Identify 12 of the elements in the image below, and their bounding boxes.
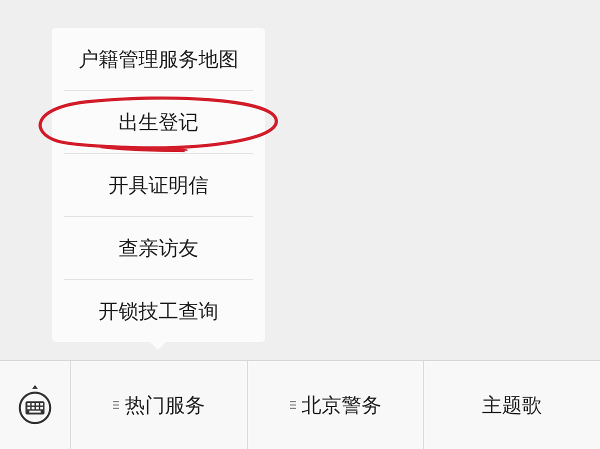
keyboard-icon[interactable]	[16, 384, 54, 426]
menu-item[interactable]: 户籍管理服务地图	[64, 28, 253, 90]
menu-item[interactable]: 开锁技工查询	[64, 280, 253, 342]
menu-item[interactable]: 查亲访友	[64, 217, 253, 279]
menu-item[interactable]: 出生登记	[64, 91, 253, 153]
menu-tab[interactable]: 主题歌	[424, 361, 600, 449]
menu-item[interactable]: 开具证明信	[64, 154, 253, 216]
menu-label: 北京警务	[302, 392, 382, 418]
menu-tab[interactable]: 北京警务	[248, 361, 424, 449]
menu-tab[interactable]: 热门服务	[71, 361, 248, 449]
menu-label: 主题歌	[482, 392, 542, 418]
menu-label: 热门服务	[124, 392, 205, 418]
